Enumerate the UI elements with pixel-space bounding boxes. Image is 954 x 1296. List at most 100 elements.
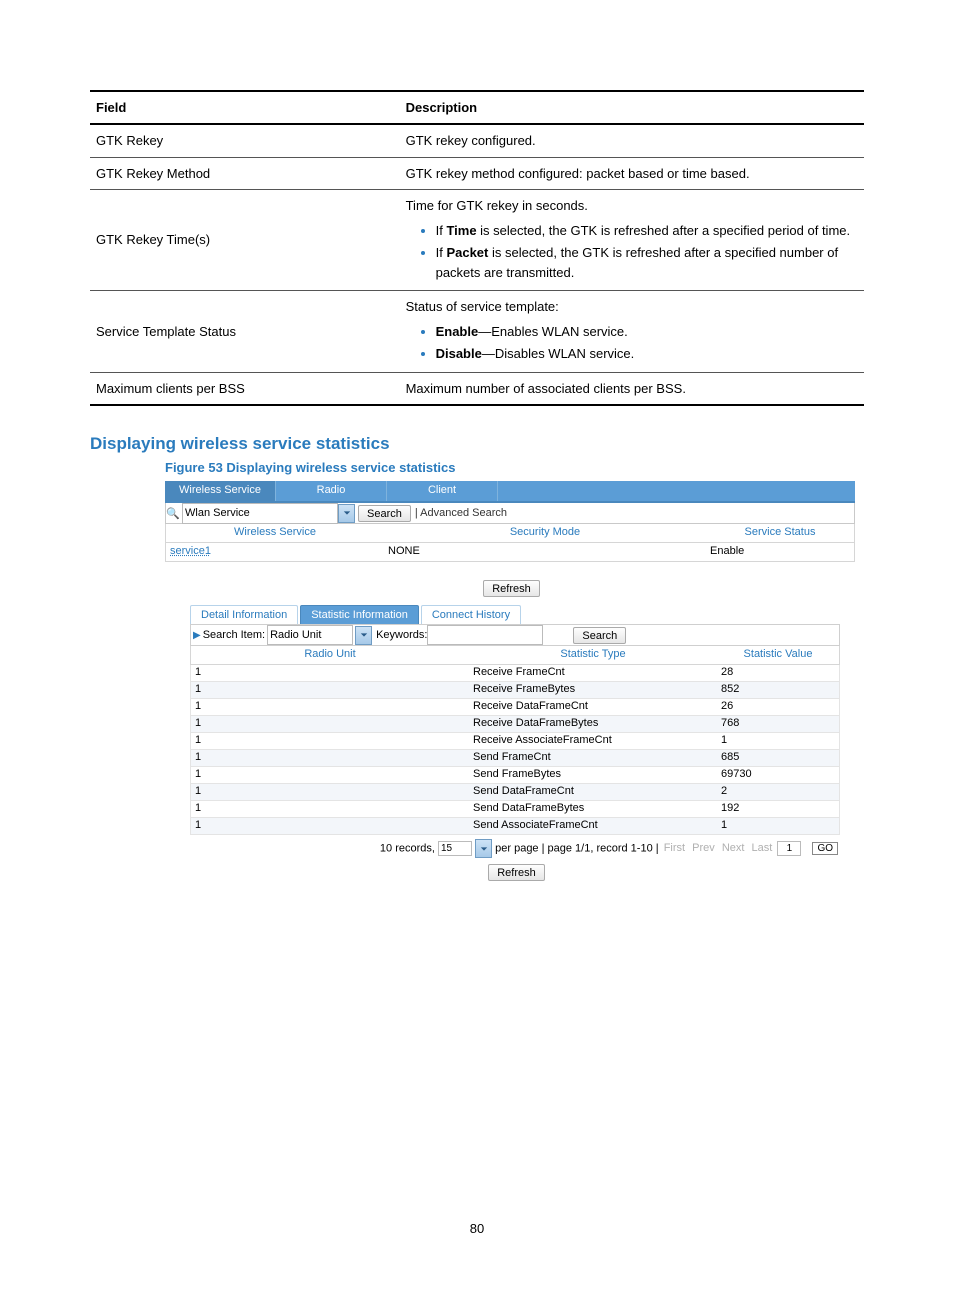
stats-row: 1Receive FrameBytes852 bbox=[190, 682, 840, 699]
stats-row: 1Receive DataFrameBytes768 bbox=[190, 716, 840, 733]
search-bar: 🔍 Search | Advanced Search bbox=[165, 503, 855, 524]
stats-row: 1Send FrameCnt685 bbox=[190, 750, 840, 767]
section-heading: Displaying wireless service statistics bbox=[90, 434, 864, 454]
tab-radio[interactable]: Radio bbox=[276, 481, 387, 501]
desc-cell: Maximum number of associated clients per… bbox=[400, 372, 864, 405]
tab-connect-history[interactable]: Connect History bbox=[421, 605, 521, 624]
radio-unit-cell: 1 bbox=[191, 733, 469, 749]
bullet-item: Enable—Enables WLAN service. bbox=[436, 321, 858, 342]
stat-value-cell: 1 bbox=[717, 733, 839, 749]
table-row: GTK Rekey GTK rekey configured. bbox=[90, 124, 864, 157]
desc-intro: Status of service template: bbox=[406, 299, 559, 314]
desc-intro: Time for GTK rekey in seconds. bbox=[406, 198, 588, 213]
stat-value-cell: 852 bbox=[717, 682, 839, 698]
stat-value-cell: 192 bbox=[717, 801, 839, 817]
tab-statistic-information[interactable]: Statistic Information bbox=[300, 605, 419, 624]
stats-row: 1Send AssociateFrameCnt1 bbox=[190, 818, 840, 835]
stat-value-cell: 69730 bbox=[717, 767, 839, 783]
records-count: 10 records, bbox=[380, 842, 435, 854]
results-header: Wireless Service Security Mode Service S… bbox=[165, 524, 855, 543]
per-page-select[interactable] bbox=[438, 841, 472, 856]
table-row: GTK Rekey Method GTK rekey method config… bbox=[90, 157, 864, 190]
service-link[interactable]: service1 bbox=[170, 545, 211, 557]
inner-tabs: Detail Information Statistic Information… bbox=[190, 605, 840, 624]
desc-cell: GTK rekey method configured: packet base… bbox=[400, 157, 864, 190]
radio-unit-cell: 1 bbox=[191, 716, 469, 732]
desc-cell: Time for GTK rekey in seconds. If Time i… bbox=[400, 190, 864, 291]
tab-client[interactable]: Client bbox=[387, 481, 498, 501]
go-button[interactable]: GO bbox=[812, 842, 838, 855]
radio-unit-cell: 1 bbox=[191, 699, 469, 715]
stat-type-cell: Receive AssociateFrameCnt bbox=[469, 733, 717, 749]
page-input[interactable] bbox=[777, 841, 801, 856]
stat-type-cell: Send AssociateFrameCnt bbox=[469, 818, 717, 834]
stats-row: 1Receive DataFrameCnt26 bbox=[190, 699, 840, 716]
col-radio-unit: Radio Unit bbox=[191, 646, 469, 664]
col-statistic-value: Statistic Value bbox=[717, 646, 839, 664]
advanced-search-link[interactable]: | Advanced Search bbox=[415, 507, 507, 519]
stats-body: 1Receive FrameCnt281Receive FrameBytes85… bbox=[190, 665, 840, 835]
table-row: Service Template Status Status of servic… bbox=[90, 291, 864, 373]
stats-row: 1Receive FrameCnt28 bbox=[190, 665, 840, 682]
desc-cell: Status of service template: Enable—Enabl… bbox=[400, 291, 864, 373]
dropdown-icon[interactable] bbox=[338, 504, 355, 523]
radio-unit-cell: 1 bbox=[191, 682, 469, 698]
dropdown-icon[interactable] bbox=[475, 839, 492, 858]
refresh-button[interactable]: Refresh bbox=[483, 580, 540, 597]
stats-row: 1Receive AssociateFrameCnt1 bbox=[190, 733, 840, 750]
search-button[interactable]: Search bbox=[358, 505, 411, 522]
search-item-select[interactable] bbox=[267, 625, 353, 645]
stat-value-cell: 28 bbox=[717, 665, 839, 681]
tab-detail-information[interactable]: Detail Information bbox=[190, 605, 298, 624]
stat-value-cell: 26 bbox=[717, 699, 839, 715]
tab-wireless-service[interactable]: Wireless Service bbox=[165, 481, 276, 501]
field-cell: GTK Rekey Method bbox=[90, 157, 400, 190]
field-description-table: Field Description GTK Rekey GTK rekey co… bbox=[90, 90, 864, 406]
results-row: service1 NONE Enable bbox=[165, 543, 855, 562]
service-status-value: Enable bbox=[706, 543, 854, 561]
figure-screenshot: Wireless Service Radio Client 🔍 Search |… bbox=[165, 481, 855, 881]
bullet-item: Disable—Disables WLAN service. bbox=[436, 343, 858, 364]
field-cell: Maximum clients per BSS bbox=[90, 372, 400, 405]
radio-unit-cell: 1 bbox=[191, 750, 469, 766]
page-last[interactable]: Last bbox=[752, 842, 773, 854]
table-row: Maximum clients per BSS Maximum number o… bbox=[90, 372, 864, 405]
col-description: Description bbox=[400, 91, 864, 124]
stat-value-cell: 2 bbox=[717, 784, 839, 800]
bullet-item: If Time is selected, the GTK is refreshe… bbox=[436, 220, 858, 241]
statistic-panel: Detail Information Statistic Information… bbox=[190, 605, 840, 881]
top-tabs: Wireless Service Radio Client bbox=[165, 481, 855, 503]
stats-row: 1Send DataFrameBytes192 bbox=[190, 801, 840, 818]
search-field-select[interactable] bbox=[182, 503, 338, 524]
col-statistic-type: Statistic Type bbox=[469, 646, 717, 664]
stat-type-cell: Receive FrameBytes bbox=[469, 682, 717, 698]
stat-type-cell: Send FrameBytes bbox=[469, 767, 717, 783]
stats-row: 1Send DataFrameCnt2 bbox=[190, 784, 840, 801]
figure-caption: Figure 53 Displaying wireless service st… bbox=[165, 460, 864, 475]
page-prev[interactable]: Prev bbox=[692, 842, 715, 854]
stats-row: 1Send FrameBytes69730 bbox=[190, 767, 840, 784]
keywords-input[interactable] bbox=[427, 625, 543, 645]
desc-cell: GTK rekey configured. bbox=[400, 124, 864, 157]
page-first[interactable]: First bbox=[664, 842, 685, 854]
expand-icon[interactable]: ▶ bbox=[193, 630, 201, 641]
pagination: 10 records, per page | page 1/1, record … bbox=[190, 835, 840, 862]
inner-search-button[interactable]: Search bbox=[573, 627, 626, 644]
page-number: 80 bbox=[90, 1221, 864, 1236]
page-next[interactable]: Next bbox=[722, 842, 745, 854]
stat-value-cell: 768 bbox=[717, 716, 839, 732]
stat-type-cell: Send FrameCnt bbox=[469, 750, 717, 766]
search-item-label: Search Item: bbox=[203, 629, 265, 641]
radio-unit-cell: 1 bbox=[191, 767, 469, 783]
dropdown-icon[interactable] bbox=[355, 626, 372, 645]
stat-type-cell: Send DataFrameBytes bbox=[469, 801, 717, 817]
stat-type-cell: Receive DataFrameBytes bbox=[469, 716, 717, 732]
stat-value-cell: 1 bbox=[717, 818, 839, 834]
search-icon: 🔍 bbox=[166, 507, 180, 520]
field-cell: Service Template Status bbox=[90, 291, 400, 373]
col-service-status: Service Status bbox=[706, 524, 854, 542]
inner-search-bar: ▶ Search Item: Keywords: Search bbox=[190, 624, 840, 646]
refresh-button[interactable]: Refresh bbox=[488, 864, 545, 881]
keywords-label: Keywords: bbox=[376, 629, 427, 641]
field-cell: GTK Rekey Time(s) bbox=[90, 190, 400, 291]
